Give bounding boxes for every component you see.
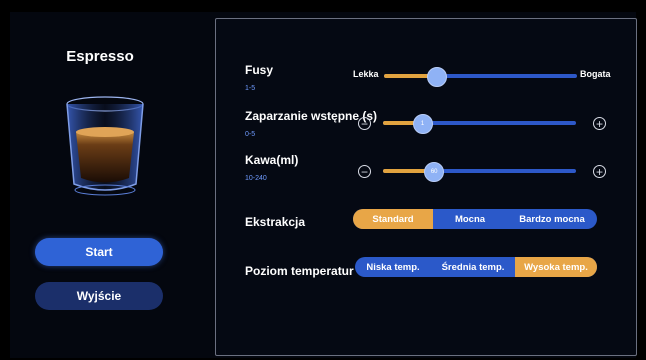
grounds-label: Fusy [245, 63, 274, 77]
coffee-plus-icon[interactable]: + [593, 165, 606, 178]
preinfusion-minus-icon[interactable]: − [358, 117, 371, 130]
temperature-selector: Niska temp. Średnia temp. Wysoka temp. [355, 257, 597, 277]
grounds-max-label: Bogata [580, 69, 611, 79]
settings-panel: Fusy 1-5 Lekka Bogata Zaparzanie wstępne… [215, 18, 637, 356]
extraction-selector: Standard Mocna Bardzo mocna [353, 209, 597, 229]
temperature-option[interactable]: Niska temp. [355, 257, 431, 277]
extraction-option[interactable]: Mocna [433, 209, 507, 229]
grounds-slider-knob[interactable] [427, 67, 448, 87]
coffee-minus-icon[interactable]: − [358, 165, 371, 178]
preinfusion-range: 0-5 [245, 131, 256, 138]
temperature-option[interactable]: Średnia temp. [431, 257, 515, 277]
coffee-slider[interactable]: 60 [383, 162, 576, 182]
extraction-label: Ekstrakcja [245, 215, 306, 229]
start-button[interactable]: Start [35, 238, 163, 266]
grounds-min-label: Lekka [353, 69, 379, 79]
espresso-cup-icon [66, 96, 144, 196]
drink-title: Espresso [66, 48, 134, 65]
preinfusion-slider[interactable]: 1 [383, 114, 576, 134]
coffee-label: Kawa(ml) [245, 153, 299, 167]
grounds-range: 1-5 [245, 85, 256, 92]
extraction-option[interactable]: Bardzo mocna [507, 209, 597, 229]
preinfusion-slider-knob[interactable]: 1 [412, 114, 433, 134]
temperature-label: Poziom temperatur [245, 264, 354, 278]
temperature-option[interactable]: Wysoka temp. [515, 257, 597, 277]
coffee-range: 10-240 [245, 175, 267, 182]
coffee-slider-knob[interactable]: 60 [424, 162, 445, 182]
exit-button[interactable]: Wyjście [35, 282, 163, 310]
extraction-option[interactable]: Standard [353, 209, 433, 229]
drink-column: Espresso Start Wyjście [10, 12, 210, 358]
preinfusion-plus-icon[interactable]: + [593, 117, 606, 130]
grounds-slider[interactable] [384, 67, 577, 87]
